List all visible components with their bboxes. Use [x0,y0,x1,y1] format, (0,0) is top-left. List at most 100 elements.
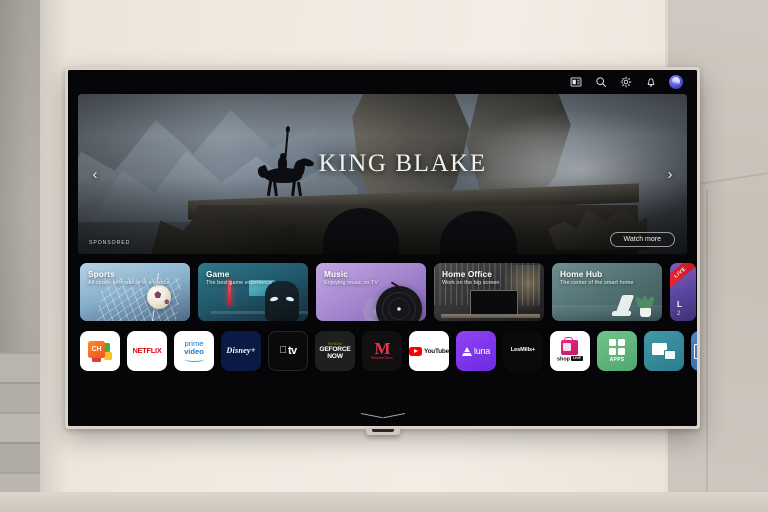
app-more[interactable] [691,331,697,371]
card-title: L [677,300,682,309]
app-placeholder-icon [694,343,697,359]
disney-logo-text: Disney+ [226,345,256,355]
card-title: Game [206,269,230,279]
card-subtitle: 2 [677,311,681,317]
apple-tv-logo:  tv [279,345,297,357]
shop-logo: shop LIVE [557,336,583,363]
search-icon[interactable] [594,76,607,89]
live-badge: LIVE [670,263,696,291]
card-title: Home Office [442,269,492,279]
card-home-hub[interactable]: Home Hub The center of the smart home [552,263,662,321]
app-prime-video[interactable]: prime video [174,331,214,371]
card-title: Home Hub [560,269,603,279]
scroll-hint-area [68,371,697,426]
luna-logo: luna [461,346,491,356]
apple-tv-label: tv [284,345,297,357]
staircase-step [0,442,40,472]
vinyl-record-icon [375,286,422,321]
grid-icon [608,338,626,356]
app-lesmills[interactable]: LesMills+ [503,331,543,371]
app-masterclass[interactable]: M MasterClass [362,331,402,371]
app-luna[interactable]: luna [456,331,496,371]
floor [0,492,768,512]
channels-yellow-tile [104,351,112,360]
tv-logo-notch [371,429,394,432]
webos-home-ui: KING BLAKE ‹ › SPONSORED Watch more Spor… [68,70,697,426]
masterclass-wordmark: MasterClass [371,355,393,361]
apps-row: CH NETFLIX prime video Disney+ tv NVIDIA… [68,321,697,371]
youtube-label: YouTube [424,347,449,355]
luna-triangle-icon [461,346,472,356]
card-home-office[interactable]: Home Office Work on the big screen [434,263,544,321]
card-title: Sports [88,269,115,279]
card-subtitle: The center of the smart home [560,280,634,286]
content-cards-row: Sports All sports information at a glanc… [68,254,697,321]
card-subtitle: Enjoying music on TV [324,280,379,286]
prime-line2: video [184,347,204,356]
profile-avatar[interactable] [669,75,683,89]
card-subtitle: Work on the big screen [442,280,500,286]
hub-plant [634,291,657,317]
channels-icon: CH [88,340,112,362]
plant-pot [640,307,652,317]
hero-title: KING BLAKE [318,150,487,178]
geforce-line1: GEFORCE [319,345,351,353]
card-game[interactable]: Game The best game experience [198,263,308,321]
apps-store-logo: APPS [608,338,626,364]
office-monitor [470,290,519,316]
hero-next-arrow[interactable]: › [662,163,678,185]
watch-more-button[interactable]: Watch more [609,232,675,247]
masterclass-logo: M MasterClass [371,338,393,361]
app-youtube[interactable]: YouTube [409,331,449,371]
youtube-play-icon [409,346,422,356]
tv-screen: KING BLAKE ‹ › SPONSORED Watch more Spor… [68,70,697,426]
masterclass-mark: M [374,338,390,358]
staircase-step [0,382,40,412]
app-apps-store[interactable]: APPS [597,331,637,371]
app-shop-live[interactable]: shop LIVE [550,331,590,371]
gaming-chair [265,281,300,321]
card-subtitle: All sports information at a glance [88,280,170,286]
card-sports[interactable]: Sports All sports information at a glanc… [80,263,190,321]
hub-chair [610,294,633,316]
apps-label: APPS [609,357,625,364]
television: KING BLAKE ‹ › SPONSORED Watch more Spor… [65,67,700,435]
netflix-logo-text: NETFLIX [132,346,162,356]
shopping-bag-icon [561,336,579,355]
app-netflix[interactable]: NETFLIX [127,331,167,371]
luna-label: luna [473,346,491,356]
app-multi-view[interactable] [644,331,684,371]
screen-secondary [664,350,676,360]
channels-label: CH [88,340,105,358]
card-title: Music [324,269,349,279]
card-live[interactable]: LIVE L 2 [670,263,696,321]
app-disney-plus[interactable]: Disney+ [221,331,261,371]
staircase-step [0,352,40,382]
prime-video-logo: prime video [184,340,204,362]
notification-bell-icon[interactable] [644,76,657,89]
settings-gear-icon[interactable] [619,76,632,89]
app-channels[interactable]: CH [80,331,120,371]
wall-corner-shadow [40,0,68,512]
multi-view-icon [652,342,676,360]
shop-live-badge: LIVE [570,355,583,361]
geforce-line2: NOW [327,353,343,361]
sponsored-label: SPONSORED [89,240,131,246]
amazon-smile-icon [184,357,204,362]
hero-prev-arrow[interactable]: ‹ [87,163,103,185]
hero-banner[interactable]: KING BLAKE ‹ › SPONSORED Watch more [78,94,687,254]
apple-logo-icon:  [279,346,287,356]
card-subtitle: The best game experience [206,280,273,286]
lesmills-logo-text: LesMills+ [510,347,536,354]
geforce-logo: NVIDIA GEFORCE NOW [319,342,350,361]
stone-seam [706,190,708,512]
card-music[interactable]: Music Enjoying music on TV [316,263,426,321]
multiview-icon[interactable] [569,76,582,89]
shop-word: shop [557,356,570,363]
shop-label: shop LIVE [557,355,583,363]
top-bar [68,70,697,94]
app-apple-tv[interactable]:  tv [268,331,308,371]
staircase-step [0,412,40,442]
app-geforce-now[interactable]: NVIDIA GEFORCE NOW [315,331,355,371]
chevron-down-icon[interactable] [361,412,405,421]
